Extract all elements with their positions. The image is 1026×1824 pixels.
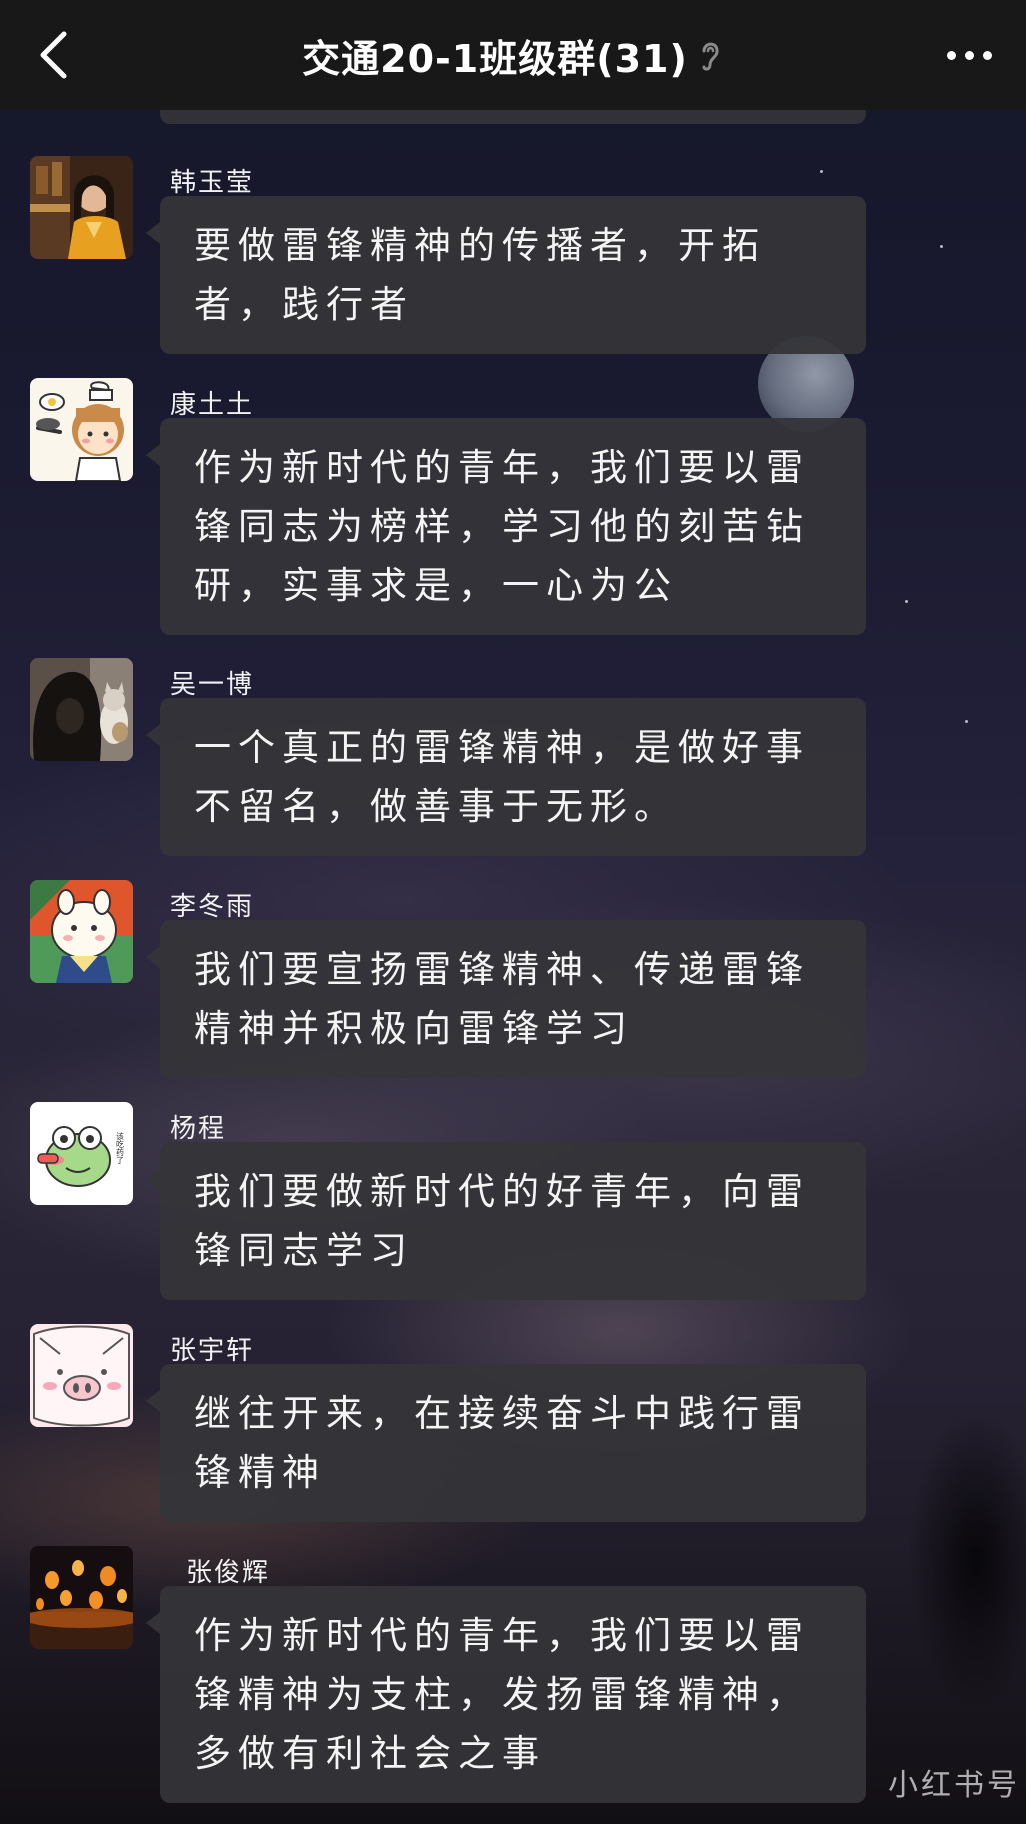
avatar[interactable] xyxy=(30,1546,133,1649)
message-list[interactable]: 韩玉莹 要做雷锋精神的传播者，开拓者，践行者 康土土 作为新时代的青年，我们要以… xyxy=(0,100,1026,1824)
message-bubble[interactable]: 继往开来，在接续奋斗中践行雷锋精神 xyxy=(146,1364,866,1522)
sender-name: 杨程 xyxy=(170,1114,227,1144)
message-bubble[interactable]: 要做雷锋精神的传播者，开拓者，践行者 xyxy=(146,196,866,354)
avatar[interactable] xyxy=(30,156,133,259)
avatar[interactable] xyxy=(30,658,133,761)
header-title-group: 交通20-1班级群(31) xyxy=(302,28,724,83)
watermark: 小红书号 xyxy=(888,1768,1020,1803)
avatar-caption: 该吃药了 xyxy=(116,1131,125,1164)
chevron-left-icon xyxy=(40,31,67,79)
sender-name: 李冬雨 xyxy=(170,892,255,922)
message-bubble[interactable]: 一个真正的雷锋精神，是做好事不留名，做善事于无形。 xyxy=(146,698,866,856)
chat-header: 交通20-1班级群(31) xyxy=(0,0,1026,110)
sender-name: 韩玉莹 xyxy=(170,168,255,198)
more-dots-icon xyxy=(982,50,992,60)
avatar[interactable]: 该吃药了 xyxy=(30,1102,133,1205)
message-bubble[interactable]: 我们要宣扬雷锋精神、传递雷锋精神并积极向雷锋学习 xyxy=(146,920,866,1078)
more-dots-icon xyxy=(964,50,974,60)
more-dots-icon xyxy=(946,50,956,60)
ear-icon xyxy=(698,35,724,75)
avatar[interactable] xyxy=(30,1324,133,1427)
back-button[interactable] xyxy=(28,25,78,85)
more-options-button[interactable] xyxy=(934,25,1004,85)
sender-name: 张宇轩 xyxy=(170,1336,255,1366)
sender-name: 康土土 xyxy=(170,390,255,420)
message-bubble[interactable]: 作为新时代的青年，我们要以雷锋精神为支柱，发扬雷锋精神，多做有利社会之事 xyxy=(146,1586,866,1803)
avatar[interactable] xyxy=(30,378,133,481)
message-bubble[interactable]: 我们要做新时代的好青年，向雷锋同志学习 xyxy=(146,1142,866,1300)
sender-name: 张俊辉 xyxy=(186,1558,271,1588)
sender-name: 吴一博 xyxy=(170,670,255,700)
message-bubble[interactable]: 作为新时代的青年，我们要以雷锋同志为榜样，学习他的刻苦钻研，实事求是，一心为公 xyxy=(146,418,866,635)
avatar[interactable] xyxy=(30,880,133,983)
group-title: 交通20-1班级群(31) xyxy=(302,36,688,81)
